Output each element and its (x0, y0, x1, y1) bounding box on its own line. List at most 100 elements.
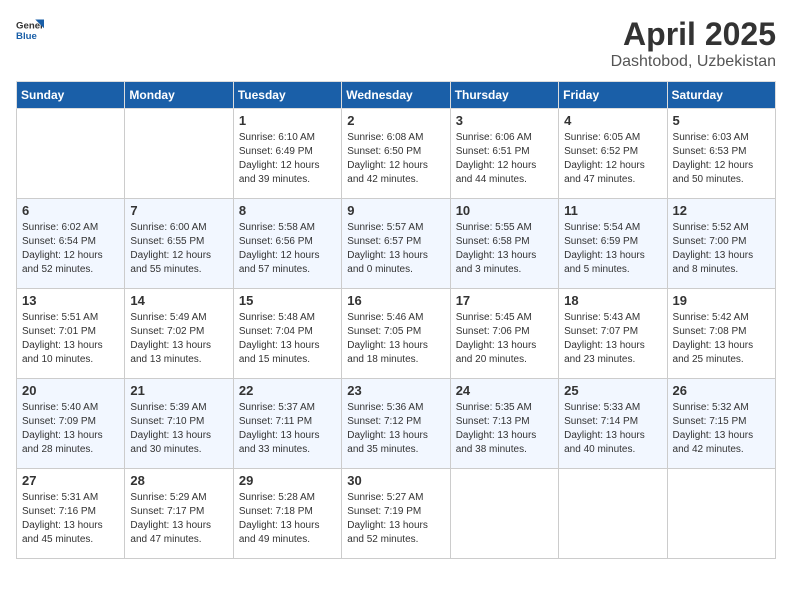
calendar-cell: 11 Sunrise: 5:54 AM Sunset: 6:59 PM Dayli… (559, 199, 667, 289)
day-number: 18 (564, 293, 661, 308)
calendar-cell: 3Sunrise: 6:06 AM Sunset: 6:51 PM Daylig… (450, 109, 558, 199)
calendar-cell: 16 Sunrise: 5:46 AM Sunset: 7:05 PM Dayli… (342, 289, 450, 379)
cell-content: Sunrise: 5:27 AM Sunset: 7:19 PM Dayligh… (347, 491, 444, 547)
day-number: 22 (239, 383, 336, 398)
cell-content: Sunrise: 6:06 AM Sunset: 6:51 PM Dayligh… (456, 131, 553, 187)
cell-content: Sunrise: 5:52 AM Sunset: 7:00 PM Dayligh… (673, 221, 770, 277)
calendar-cell: 8Sunrise: 5:58 AM Sunset: 6:56 PM Daylig… (233, 199, 341, 289)
calendar-cell (17, 109, 125, 199)
day-number: 23 (347, 383, 444, 398)
calendar-cell: 1Sunrise: 6:10 AM Sunset: 6:49 PM Daylig… (233, 109, 341, 199)
cell-content: Sunrise: 5:32 AM Sunset: 7:15 PM Dayligh… (673, 401, 770, 457)
calendar-week-row: 1Sunrise: 6:10 AM Sunset: 6:49 PM Daylig… (17, 109, 776, 199)
cell-content: Sunrise: 5:46 AM Sunset: 7:05 PM Dayligh… (347, 311, 444, 367)
cell-content: Sunrise: 6:05 AM Sunset: 6:52 PM Dayligh… (564, 131, 661, 187)
day-number: 17 (456, 293, 553, 308)
day-number: 6 (22, 203, 119, 218)
day-number: 27 (22, 473, 119, 488)
cell-content: Sunrise: 6:08 AM Sunset: 6:50 PM Dayligh… (347, 131, 444, 187)
cell-content: Sunrise: 6:10 AM Sunset: 6:49 PM Dayligh… (239, 131, 336, 187)
cell-content: Sunrise: 6:00 AM Sunset: 6:55 PM Dayligh… (130, 221, 227, 277)
calendar-cell: 30 Sunrise: 5:27 AM Sunset: 7:19 PM Dayli… (342, 469, 450, 559)
title-area: April 2025 Dashtobod, Uzbekistan (611, 16, 776, 71)
cell-content: Sunrise: 6:02 AM Sunset: 6:54 PM Dayligh… (22, 221, 119, 277)
calendar-cell: 28Sunrise: 5:29 AM Sunset: 7:17 PM Dayli… (125, 469, 233, 559)
day-number: 30 (347, 473, 444, 488)
day-number: 13 (22, 293, 119, 308)
day-number: 26 (673, 383, 770, 398)
calendar-cell: 15 Sunrise: 5:48 AM Sunset: 7:04 PM Dayli… (233, 289, 341, 379)
calendar-cell: 10 Sunrise: 5:55 AM Sunset: 6:58 PM Dayli… (450, 199, 558, 289)
page-header: General Blue April 2025 Dashtobod, Uzbek… (16, 16, 776, 71)
day-number: 5 (673, 113, 770, 128)
calendar-cell: 14 Sunrise: 5:49 AM Sunset: 7:02 PM Dayli… (125, 289, 233, 379)
cell-content: Sunrise: 5:37 AM Sunset: 7:11 PM Dayligh… (239, 401, 336, 457)
calendar-cell (450, 469, 558, 559)
cell-content: Sunrise: 5:28 AM Sunset: 7:18 PM Dayligh… (239, 491, 336, 547)
cell-content: Sunrise: 5:49 AM Sunset: 7:02 PM Dayligh… (130, 311, 227, 367)
calendar-cell: 7 Sunrise: 6:00 AM Sunset: 6:55 PM Daylig… (125, 199, 233, 289)
cell-content: Sunrise: 5:45 AM Sunset: 7:06 PM Dayligh… (456, 311, 553, 367)
cell-content: Sunrise: 5:35 AM Sunset: 7:13 PM Dayligh… (456, 401, 553, 457)
weekday-header-cell: Friday (559, 82, 667, 109)
logo-icon: General Blue (16, 16, 44, 44)
cell-content: Sunrise: 5:29 AM Sunset: 7:17 PM Dayligh… (130, 491, 227, 547)
calendar-cell: 29 Sunrise: 5:28 AM Sunset: 7:18 PM Dayli… (233, 469, 341, 559)
day-number: 7 (130, 203, 227, 218)
calendar-cell: 5Sunrise: 6:03 AM Sunset: 6:53 PM Daylig… (667, 109, 775, 199)
cell-content: Sunrise: 5:54 AM Sunset: 6:59 PM Dayligh… (564, 221, 661, 277)
day-number: 11 (564, 203, 661, 218)
calendar-cell: 6 Sunrise: 6:02 AM Sunset: 6:54 PM Daylig… (17, 199, 125, 289)
weekday-header-cell: Saturday (667, 82, 775, 109)
cell-content: Sunrise: 5:43 AM Sunset: 7:07 PM Dayligh… (564, 311, 661, 367)
logo: General Blue (16, 16, 44, 44)
calendar-cell: 17 Sunrise: 5:45 AM Sunset: 7:06 PM Dayli… (450, 289, 558, 379)
weekday-header-cell: Monday (125, 82, 233, 109)
calendar-table: SundayMondayTuesdayWednesdayThursdayFrid… (16, 81, 776, 559)
cell-content: Sunrise: 5:39 AM Sunset: 7:10 PM Dayligh… (130, 401, 227, 457)
cell-content: Sunrise: 5:36 AM Sunset: 7:12 PM Dayligh… (347, 401, 444, 457)
svg-text:Blue: Blue (16, 31, 37, 42)
day-number: 15 (239, 293, 336, 308)
calendar-cell: 12 Sunrise: 5:52 AM Sunset: 7:00 PM Dayli… (667, 199, 775, 289)
calendar-cell (667, 469, 775, 559)
day-number: 12 (673, 203, 770, 218)
day-number: 19 (673, 293, 770, 308)
calendar-cell: 19 Sunrise: 5:42 AM Sunset: 7:08 PM Dayli… (667, 289, 775, 379)
cell-content: Sunrise: 5:55 AM Sunset: 6:58 PM Dayligh… (456, 221, 553, 277)
day-number: 24 (456, 383, 553, 398)
calendar-cell: 24 Sunrise: 5:35 AM Sunset: 7:13 PM Dayli… (450, 379, 558, 469)
calendar-week-row: 20 Sunrise: 5:40 AM Sunset: 7:09 PM Dayli… (17, 379, 776, 469)
day-number: 8 (239, 203, 336, 218)
weekday-header-cell: Thursday (450, 82, 558, 109)
day-number: 25 (564, 383, 661, 398)
calendar-cell: 2 Sunrise: 6:08 AM Sunset: 6:50 PM Daylig… (342, 109, 450, 199)
calendar-cell: 22 Sunrise: 5:37 AM Sunset: 7:11 PM Dayli… (233, 379, 341, 469)
calendar-cell: 21 Sunrise: 5:39 AM Sunset: 7:10 PM Dayli… (125, 379, 233, 469)
calendar-week-row: 6 Sunrise: 6:02 AM Sunset: 6:54 PM Daylig… (17, 199, 776, 289)
cell-content: Sunrise: 5:42 AM Sunset: 7:08 PM Dayligh… (673, 311, 770, 367)
day-number: 21 (130, 383, 227, 398)
location-title: Dashtobod, Uzbekistan (611, 53, 776, 71)
calendar-cell: 13Sunrise: 5:51 AM Sunset: 7:01 PM Dayli… (17, 289, 125, 379)
calendar-week-row: 13Sunrise: 5:51 AM Sunset: 7:01 PM Dayli… (17, 289, 776, 379)
day-number: 2 (347, 113, 444, 128)
day-number: 14 (130, 293, 227, 308)
cell-content: Sunrise: 5:40 AM Sunset: 7:09 PM Dayligh… (22, 401, 119, 457)
calendar-cell: 9Sunrise: 5:57 AM Sunset: 6:57 PM Daylig… (342, 199, 450, 289)
day-number: 20 (22, 383, 119, 398)
weekday-header-row: SundayMondayTuesdayWednesdayThursdayFrid… (17, 82, 776, 109)
day-number: 4 (564, 113, 661, 128)
day-number: 29 (239, 473, 336, 488)
weekday-header-cell: Tuesday (233, 82, 341, 109)
cell-content: Sunrise: 5:48 AM Sunset: 7:04 PM Dayligh… (239, 311, 336, 367)
calendar-cell: 25 Sunrise: 5:33 AM Sunset: 7:14 PM Dayli… (559, 379, 667, 469)
calendar-cell (559, 469, 667, 559)
calendar-cell: 18 Sunrise: 5:43 AM Sunset: 7:07 PM Dayli… (559, 289, 667, 379)
day-number: 10 (456, 203, 553, 218)
cell-content: Sunrise: 5:33 AM Sunset: 7:14 PM Dayligh… (564, 401, 661, 457)
day-number: 16 (347, 293, 444, 308)
month-title: April 2025 (611, 16, 776, 53)
calendar-week-row: 27 Sunrise: 5:31 AM Sunset: 7:16 PM Dayli… (17, 469, 776, 559)
cell-content: Sunrise: 5:31 AM Sunset: 7:16 PM Dayligh… (22, 491, 119, 547)
